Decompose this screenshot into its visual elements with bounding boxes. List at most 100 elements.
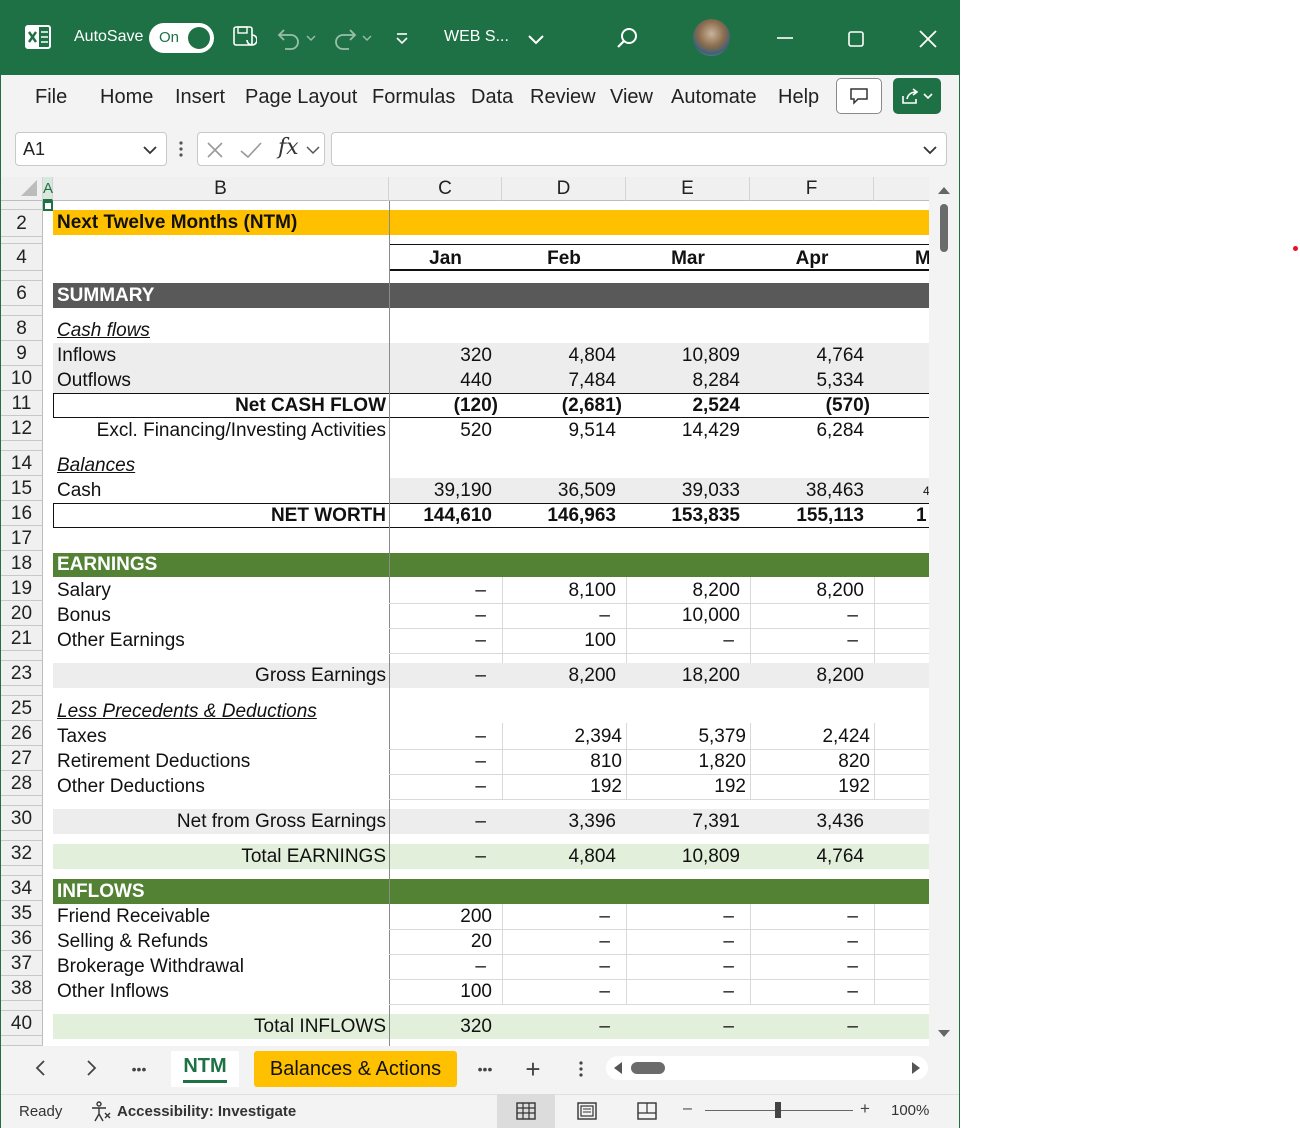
scroll-down-icon[interactable] (936, 1028, 952, 1040)
redo-icon[interactable] (329, 24, 377, 52)
comments-button[interactable] (836, 78, 882, 114)
horizontal-scrollbar[interactable] (606, 1056, 928, 1080)
row-header[interactable]: 4 (1, 244, 43, 271)
chevron-down-icon[interactable] (142, 144, 158, 156)
column-header-c[interactable]: C (389, 177, 502, 201)
zoom-out-button[interactable]: – (683, 1100, 692, 1118)
undo-icon[interactable] (271, 24, 319, 52)
row-header[interactable]: 12 (1, 416, 43, 441)
maximize-icon[interactable] (843, 26, 869, 52)
page-layout-view-button[interactable] (558, 1094, 616, 1128)
avatar[interactable] (693, 19, 730, 56)
file-name[interactable]: WEB S... (444, 28, 509, 46)
enter-check-icon[interactable] (238, 139, 264, 161)
tab-review[interactable]: Review (530, 86, 596, 109)
tab-view[interactable]: View (610, 86, 653, 109)
zoom-in-button[interactable]: + (860, 1099, 870, 1119)
scroll-left-icon[interactable] (612, 1061, 624, 1075)
cancel-icon[interactable] (204, 139, 226, 161)
row-header[interactable]: 14 (1, 451, 43, 476)
row-header[interactable]: 20 (1, 601, 43, 626)
row-header[interactable]: 9 (1, 341, 43, 366)
tab-insert[interactable]: Insert (175, 86, 225, 109)
share-button[interactable] (893, 78, 941, 114)
row-header[interactable] (1, 237, 43, 244)
zoom-slider-knob[interactable] (775, 1102, 781, 1118)
column-header-b[interactable]: B (53, 177, 389, 201)
tab-file[interactable]: File (35, 86, 67, 109)
row-header[interactable] (1, 831, 43, 841)
row-header[interactable]: 15 (1, 476, 43, 501)
row-header[interactable]: 36 (1, 926, 43, 951)
row-header[interactable]: 21 (1, 626, 43, 651)
tab-data[interactable]: Data (471, 86, 513, 109)
row-header[interactable]: 6 (1, 281, 43, 306)
row-header[interactable]: 32 (1, 841, 43, 866)
column-header-a[interactable]: A (43, 177, 53, 201)
accessibility-icon[interactable] (89, 1100, 113, 1124)
insert-function-button[interactable]: fx (278, 135, 299, 160)
tab-formulas[interactable]: Formulas (372, 86, 455, 109)
normal-view-button[interactable] (497, 1094, 555, 1128)
row-header[interactable]: 10 (1, 366, 43, 391)
chevron-left-icon[interactable] (31, 1058, 53, 1080)
sheet-options-icon[interactable] (573, 1058, 589, 1080)
tab-home[interactable]: Home (100, 86, 153, 109)
row-header[interactable] (1, 1001, 43, 1011)
tab-automate[interactable]: Automate (671, 86, 757, 109)
row-header[interactable] (1, 866, 43, 876)
chevron-down-icon[interactable] (306, 145, 320, 155)
row-header[interactable] (1, 306, 43, 316)
scroll-up-icon[interactable] (936, 184, 952, 196)
search-icon[interactable] (613, 24, 641, 52)
row-header[interactable]: 37 (1, 951, 43, 976)
tab-help[interactable]: Help (778, 86, 819, 109)
page-break-view-button[interactable] (618, 1094, 676, 1128)
autosave-toggle[interactable]: On (149, 23, 214, 53)
accessibility-status[interactable]: Accessibility: Investigate (117, 1103, 296, 1120)
minimize-icon[interactable] (771, 26, 799, 50)
row-header[interactable] (1, 201, 43, 210)
chevron-right-icon[interactable] (81, 1058, 103, 1080)
customize-qat-icon[interactable] (391, 26, 413, 50)
row-header[interactable]: 8 (1, 316, 43, 341)
tab-balances-actions[interactable]: Balances & Actions (254, 1051, 457, 1087)
expand-formula-icon[interactable] (922, 144, 938, 156)
row-header[interactable] (1, 651, 43, 661)
row-header[interactable] (1, 686, 43, 696)
row-header[interactable]: 27 (1, 746, 43, 771)
formula-bar-grip-icon[interactable] (177, 138, 185, 162)
horizontal-scroll-thumb[interactable] (631, 1062, 665, 1074)
column-header-d[interactable]: D (502, 177, 626, 201)
row-header[interactable] (1, 441, 43, 451)
name-box[interactable]: A1 (15, 132, 167, 166)
formula-input[interactable] (331, 132, 947, 166)
row-header[interactable]: 35 (1, 901, 43, 926)
active-cell-a1[interactable] (43, 201, 53, 211)
column-header-e[interactable]: E (626, 177, 750, 201)
row-header[interactable]: 26 (1, 721, 43, 746)
close-icon[interactable] (915, 26, 941, 52)
more-sheets-left-button[interactable]: ••• (125, 1051, 153, 1087)
chevron-down-icon[interactable] (525, 28, 547, 50)
row-header[interactable]: 30 (1, 806, 43, 831)
vertical-scroll-thumb[interactable] (940, 204, 948, 252)
more-sheets-right-button[interactable]: ••• (471, 1051, 499, 1087)
tab-ntm[interactable]: NTM (171, 1051, 239, 1087)
add-sheet-button[interactable]: + (519, 1051, 547, 1087)
scroll-right-icon[interactable] (910, 1061, 922, 1075)
row-header[interactable]: 18 (1, 551, 43, 576)
row-header[interactable] (1, 796, 43, 806)
row-header[interactable]: 19 (1, 576, 43, 601)
row-header[interactable]: 25 (1, 696, 43, 721)
zoom-level[interactable]: 100% (891, 1102, 929, 1119)
row-header[interactable]: 38 (1, 976, 43, 1001)
row-header[interactable]: 23 (1, 661, 43, 686)
row-header[interactable] (1, 1036, 43, 1046)
vertical-scrollbar[interactable] (929, 177, 959, 1046)
row-header[interactable]: 2 (1, 210, 43, 237)
row-header[interactable]: 16 (1, 501, 43, 526)
worksheet-grid[interactable]: A B C D E F 2 4 6 8 9 10 11 12 14 15 16 … (1, 177, 929, 1046)
row-header[interactable]: 17 (1, 526, 43, 551)
tab-page-layout[interactable]: Page Layout (245, 86, 357, 109)
